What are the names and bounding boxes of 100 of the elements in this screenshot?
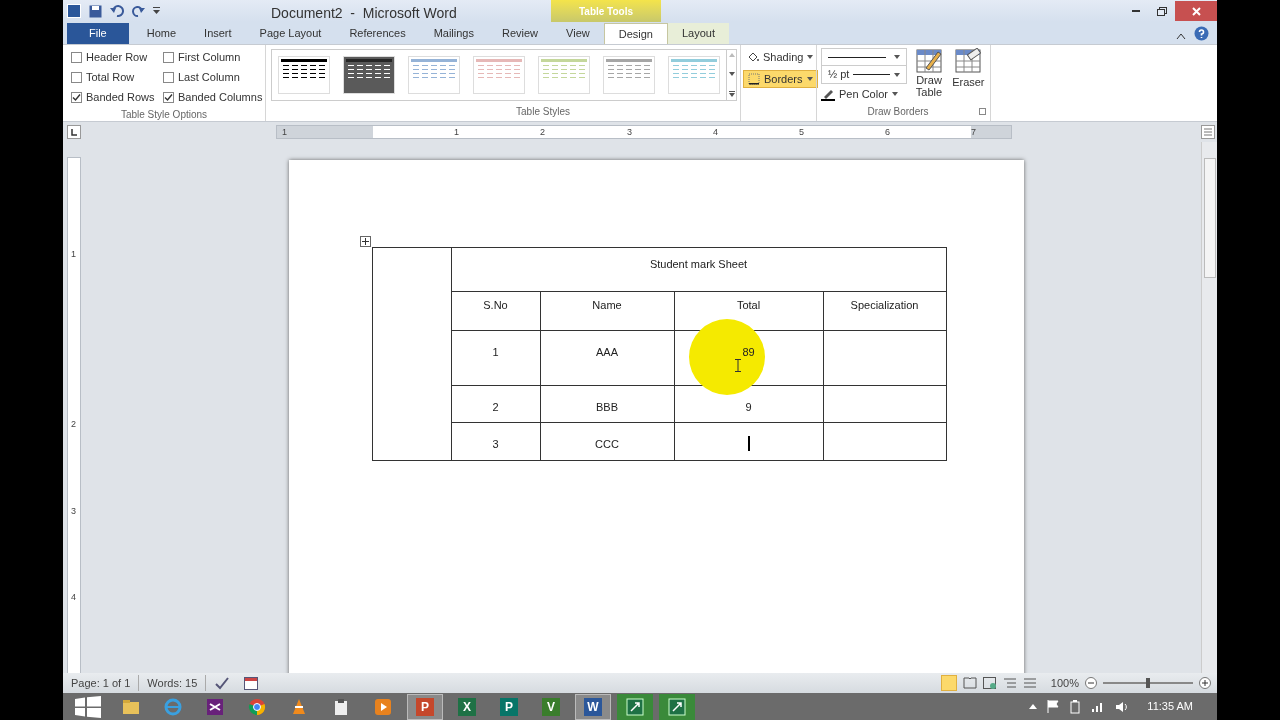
save-icon[interactable] [89, 4, 102, 18]
window-title: Document2 - Microsoft Word [271, 4, 457, 23]
window-icon[interactable] [668, 697, 686, 716]
close-button[interactable] [1175, 1, 1217, 21]
eraser-icon [955, 48, 982, 74]
ribbon-tab[interactable]: Home [132, 23, 191, 44]
zoom-level[interactable]: 100% [1050, 674, 1079, 692]
table-style-thumbnail[interactable] [668, 56, 720, 94]
clock[interactable]: 11:35 AM [1147, 698, 1193, 715]
app-icon[interactable]: W [584, 697, 602, 716]
table-style-thumbnail[interactable] [473, 56, 525, 94]
dialog-launcher-icon[interactable] [979, 108, 986, 115]
ribbon-tab[interactable]: Insert [190, 23, 246, 44]
proofing-icon[interactable] [214, 676, 231, 690]
checkbox-option[interactable]: Header Row [71, 47, 163, 67]
checkbox[interactable] [71, 71, 82, 83]
taskbar-button[interactable]: P [491, 693, 527, 720]
tab-selector[interactable] [67, 125, 81, 139]
clipboard-icon[interactable] [333, 697, 349, 716]
ribbon-button[interactable]: Borders [743, 70, 818, 88]
eraser-button[interactable]: Eraser [950, 48, 986, 104]
column-header: Specialization [850, 299, 919, 311]
ribbon-tab[interactable]: Design [603, 23, 668, 44]
table-cell: CCC [595, 438, 619, 450]
borders-icon [748, 73, 760, 85]
view-ruler-icon[interactable] [1201, 125, 1215, 139]
cone-icon[interactable] [290, 697, 308, 716]
page-count[interactable]: Page: 1 of 1 [63, 674, 140, 692]
checkbox[interactable] [163, 51, 174, 63]
start-icon[interactable] [75, 695, 101, 718]
app-icon[interactable]: P [500, 697, 518, 716]
table-move-handle-icon[interactable] [359, 236, 371, 247]
checkbox[interactable] [163, 91, 174, 103]
play-icon[interactable] [374, 697, 392, 716]
table-style-thumbnail[interactable] [408, 56, 460, 94]
macro-icon[interactable] [244, 676, 259, 690]
chrome-icon[interactable] [248, 697, 266, 716]
speaker-icon[interactable] [1115, 700, 1130, 713]
customize-caret-icon[interactable] [153, 7, 160, 15]
checkbox-option[interactable]: Last Column [163, 67, 263, 87]
line-weight-dropdown[interactable]: ½ pt [821, 66, 908, 84]
book-icon[interactable] [962, 677, 977, 689]
ribbon-tab[interactable]: Layout [668, 23, 729, 44]
taskbar-button[interactable]: P [407, 693, 443, 720]
line-style-dropdown[interactable] [821, 48, 908, 66]
ribbon-button[interactable]: Shading [743, 48, 818, 66]
checkbox[interactable] [71, 51, 82, 63]
app-icon[interactable]: V [542, 697, 560, 716]
ribbon-tab[interactable]: Mailings [419, 23, 488, 44]
table-style-thumbnail[interactable] [603, 56, 655, 94]
help-icon[interactable] [1194, 26, 1209, 41]
scroll-down-icon[interactable] [728, 72, 735, 76]
zoom-out-icon[interactable] [1085, 677, 1097, 689]
taskbar-button[interactable]: V [533, 693, 569, 720]
ruler-number: 1 [454, 126, 459, 138]
minimize-icon [1132, 9, 1140, 13]
draw-table-button[interactable]: Draw Table [911, 48, 947, 104]
redo-icon[interactable] [132, 4, 145, 18]
minimize-ribbon-icon[interactable] [1176, 32, 1186, 40]
taskbar-button[interactable]: W [575, 693, 611, 720]
taskbar-button[interactable]: X [449, 693, 485, 720]
taskbar-button[interactable] [617, 693, 653, 720]
window-icon[interactable] [626, 697, 644, 716]
app-icon[interactable]: P [416, 697, 434, 716]
web-layout-icon[interactable] [982, 677, 997, 689]
word-logo-icon[interactable] [67, 4, 81, 18]
show-hidden-icon[interactable] [1029, 704, 1038, 709]
zoom-in-icon[interactable] [1199, 677, 1211, 689]
table-style-thumbnail[interactable] [343, 56, 395, 94]
checkbox[interactable] [163, 71, 174, 83]
ribbon-tab[interactable]: File [67, 23, 129, 44]
checkbox-option[interactable]: Total Row [71, 67, 163, 87]
i-beam-cursor-icon [734, 359, 741, 372]
pen-icon [821, 87, 835, 101]
column-header: Total [736, 299, 761, 311]
more-icon[interactable] [728, 91, 735, 97]
vertical-scrollbar[interactable] [1201, 142, 1217, 673]
table-style-thumbnail[interactable] [278, 56, 330, 94]
ribbon-tab[interactable]: References [335, 23, 420, 44]
app-icon[interactable]: X [458, 697, 476, 716]
ribbon-tab[interactable]: View [552, 23, 604, 44]
folder-icon[interactable] [122, 698, 140, 715]
checkbox-option[interactable]: Banded Rows [71, 87, 163, 107]
checkbox-option[interactable]: Banded Columns [163, 87, 263, 107]
word-count[interactable]: Words: 15 [139, 674, 207, 692]
table-cell: 1 [492, 346, 499, 358]
paint-bucket-icon [747, 51, 759, 63]
checkbox[interactable] [71, 91, 82, 103]
checkbox-option[interactable]: First Column [163, 47, 263, 67]
ribbon-tab[interactable]: Page Layout [245, 23, 336, 44]
ribbon-tab[interactable]: Review [488, 23, 553, 44]
restore-icon [1157, 6, 1167, 16]
pen-color-button[interactable]: Pen Color [821, 84, 908, 104]
ruler-number: 4 [71, 591, 76, 604]
zoom-slider-thumb[interactable] [1146, 678, 1150, 688]
flag-icon[interactable] [1047, 700, 1060, 713]
table-style-thumbnail[interactable] [538, 56, 590, 94]
taskbar-button[interactable] [659, 693, 695, 720]
ruler-number: 2 [540, 126, 545, 138]
undo-icon[interactable] [110, 4, 124, 18]
